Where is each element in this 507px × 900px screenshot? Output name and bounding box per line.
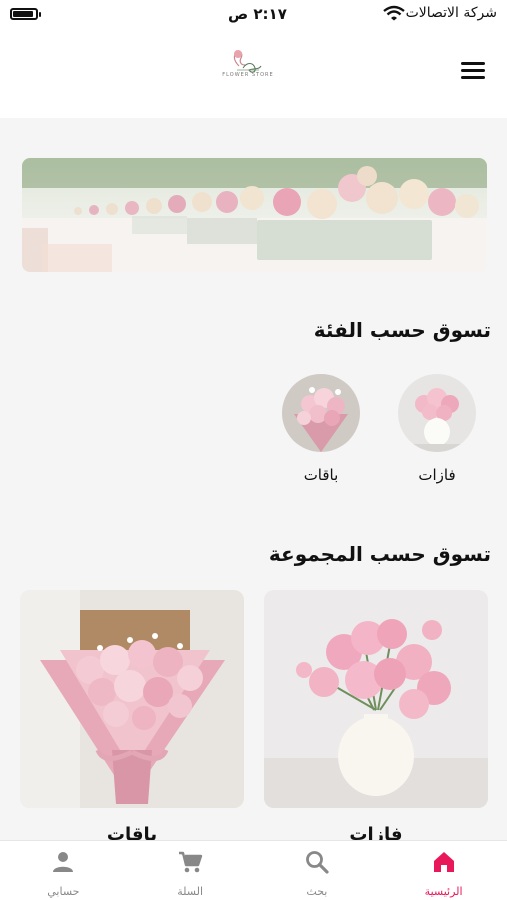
shop-by-collection-title: تسوق حسب المجموعة [268, 542, 491, 566]
cart-icon [179, 851, 203, 873]
nav-home-label: الرئيسية [424, 885, 463, 898]
wifi-icon [383, 5, 405, 21]
hamburger-menu-icon [461, 62, 485, 65]
battery-icon [10, 8, 41, 20]
collection-vases-image [264, 590, 488, 808]
search-icon [305, 851, 329, 874]
nav-search[interactable]: بحث [254, 841, 381, 900]
hero-banner[interactable] [22, 158, 487, 272]
category-vases-image [398, 374, 476, 452]
nav-home[interactable]: الرئيسية [380, 841, 507, 900]
app-header: FLOWER STORE [0, 30, 507, 118]
shop-by-category-title: تسوق حسب الفئة [313, 318, 491, 342]
store-logo [233, 50, 262, 73]
status-bar: ٢:١٧ ص شركة الاتصالات [0, 0, 507, 30]
category-bouquets-image [282, 374, 360, 452]
category-vases[interactable]: فازات [397, 374, 477, 484]
collection-bouquets[interactable]: باقات [20, 590, 244, 845]
logo-text: FLOWER STORE [222, 72, 274, 78]
nav-search-label: بحث [306, 885, 328, 898]
menu-button[interactable] [461, 62, 485, 80]
nav-account-label: حسابي [47, 885, 80, 898]
bottom-navigation: حسابي السلة بحث الرئيسية [0, 840, 507, 900]
nav-cart-label: السلة [177, 885, 203, 898]
carrier-name: شركة الاتصالات [405, 5, 497, 21]
status-time: ٢:١٧ ص [228, 5, 287, 23]
category-bouquets[interactable]: باقات [281, 374, 361, 484]
home-icon [433, 852, 454, 872]
collection-vases[interactable]: فازات [264, 590, 488, 845]
category-bouquets-label: باقات [303, 466, 339, 484]
battery-level [13, 11, 33, 17]
person-icon [53, 852, 74, 872]
nav-account[interactable]: حسابي [0, 841, 127, 900]
collection-bouquets-image [20, 590, 244, 808]
banner-flowers-image [22, 158, 487, 272]
nav-cart[interactable]: السلة [127, 841, 254, 900]
category-vases-label: فازات [418, 466, 456, 484]
